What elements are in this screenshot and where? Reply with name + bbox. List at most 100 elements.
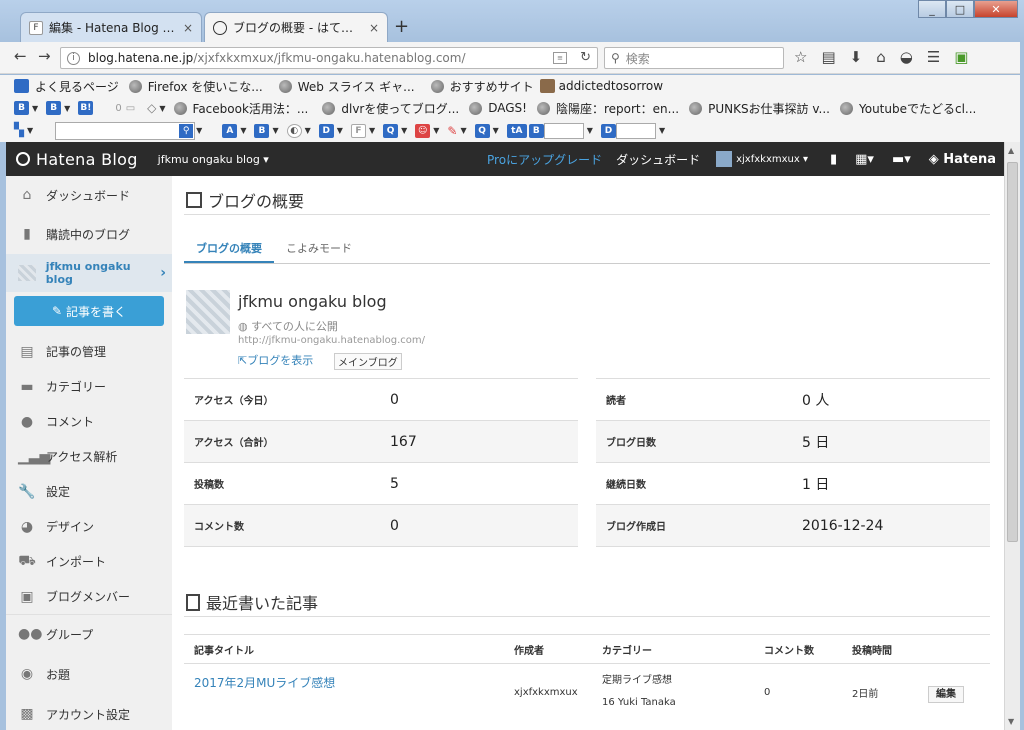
toolbar-field[interactable] <box>615 122 656 139</box>
bookmark-item[interactable]: 陰陽座：report：en... <box>536 100 679 117</box>
chevron-down-icon[interactable]: ▼ <box>337 126 343 135</box>
home-icon[interactable]: ⌂ <box>876 48 886 66</box>
tag-icon[interactable]: ◇ <box>147 101 156 115</box>
sidebar-item-import[interactable]: ⛟ インポート <box>6 544 172 579</box>
pocket-icon[interactable]: ◒ <box>900 48 913 66</box>
download-icon[interactable]: ⬇ <box>850 48 863 66</box>
blog-selector[interactable]: jfkmu ongaku blog ▾ <box>158 153 269 166</box>
hatena-bookmark-add-icon[interactable]: B <box>46 101 62 115</box>
close-window-button[interactable]: ✕ <box>974 0 1018 18</box>
toolbar-d-icon[interactable]: D <box>318 123 334 138</box>
toolbar-circle-icon[interactable]: ◐ <box>286 123 302 138</box>
chevron-down-icon[interactable]: ▼ <box>659 126 665 135</box>
menu-icon[interactable]: ☰ <box>927 48 940 66</box>
toolbar-ta-icon[interactable]: tA <box>506 123 527 138</box>
chevron-down-icon[interactable]: ▼ <box>369 126 375 135</box>
reload-icon[interactable]: ↻ <box>580 50 591 65</box>
toolbar-a-icon[interactable]: A <box>222 123 238 138</box>
toolbar-q2-icon[interactable]: Q <box>474 123 490 138</box>
star-icon[interactable]: ☆ <box>794 48 807 66</box>
bookmark-item[interactable]: dlvrを使ってブログ... <box>322 100 459 117</box>
write-article-button[interactable]: ✎ 記事を書く <box>14 296 164 326</box>
tab-calendar-mode[interactable]: こよみモード <box>274 238 364 263</box>
sidebar-item-dashboard[interactable]: ⌂ ダッシュボード <box>6 176 172 214</box>
toolbar-search-input[interactable] <box>55 121 196 140</box>
toolbar-b2-icon[interactable]: B <box>528 123 544 138</box>
chevron-down-icon[interactable]: ▼ <box>433 126 439 135</box>
notification-icon[interactable]: ▬▾ <box>892 152 911 167</box>
bookmark-item[interactable]: Web スライス ギャ... <box>278 78 415 95</box>
sidebar-item-current-blog[interactable]: jfkmu ongaku blog › <box>6 254 172 292</box>
minimize-button[interactable]: _ <box>918 0 946 18</box>
comment-icon[interactable]: ▭ <box>126 103 135 114</box>
chevron-down-icon[interactable]: ▼ <box>240 126 246 135</box>
bookmark-item[interactable]: おすすめサイト <box>430 78 534 95</box>
tab-close-icon[interactable]: × <box>369 21 379 35</box>
sidebar-item-groups[interactable]: ●● グループ <box>6 615 172 653</box>
toolbar-q-icon[interactable]: Q <box>383 123 399 138</box>
search-input[interactable]: ⚲ 検索 <box>604 47 784 69</box>
toolbar-smile-icon[interactable]: ☺ <box>415 123 431 138</box>
sidebar-item-entries[interactable]: ▤ 記事の管理 <box>6 334 172 369</box>
bookmark-item[interactable]: Youtubeでたどるcl... <box>840 100 976 117</box>
tab-overview[interactable]: ブログの概要 <box>184 238 274 263</box>
edit-button[interactable]: 編集 <box>928 685 964 703</box>
bookmark-item[interactable]: addictedtosorrow <box>539 79 663 93</box>
toolbar-field[interactable] <box>543 122 584 139</box>
grid-menu-icon[interactable]: ▦▾ <box>855 152 874 167</box>
chevron-down-icon[interactable]: ▼ <box>64 104 70 113</box>
chevron-down-icon[interactable]: ▼ <box>27 126 33 135</box>
sidebar-item-topics[interactable]: ◉ お題 <box>6 653 172 695</box>
chevron-down-icon[interactable]: ▼ <box>32 104 38 113</box>
chevron-down-icon[interactable]: ▼ <box>196 126 202 135</box>
sidebar-item-analytics[interactable]: ▁▃▅ アクセス解析 <box>6 439 172 474</box>
tab-edit[interactable]: F 編集 - Hatena Blog - xj... × <box>20 12 202 42</box>
toolbar-pin-icon[interactable]: ✎ <box>447 124 457 138</box>
url-bar[interactable]: i blog.hatena.ne.jp/xjxfxkxmxux/jfkmu-on… <box>60 47 598 69</box>
extension-icon[interactable]: ▣ <box>954 48 968 66</box>
bookmark-item[interactable]: よく見るページ <box>14 78 119 95</box>
sidebar-item-comments[interactable]: ● コメント <box>6 404 172 439</box>
bookmark-item[interactable]: DAGS! <box>469 101 527 115</box>
chevron-down-icon[interactable]: ▼ <box>305 126 311 135</box>
article-title-link[interactable]: 2017年2月MUライブ感想 <box>184 664 514 691</box>
chevron-down-icon[interactable]: ▼ <box>587 126 593 135</box>
site-info-icon[interactable]: i <box>67 51 80 65</box>
sidebar-item-design[interactable]: ◕ デザイン <box>6 509 172 544</box>
chevron-down-icon[interactable]: ▼ <box>401 126 407 135</box>
sidebar-item-subscriptions[interactable]: ▮ 購読中のブログ <box>6 214 172 254</box>
chevron-down-icon[interactable]: ▼ <box>460 126 466 135</box>
bookmark-item[interactable]: Facebook活用法：... <box>173 100 308 117</box>
bookmark-icon[interactable]: ▮ <box>830 152 837 167</box>
scroll-down-icon[interactable]: ▼ <box>1008 717 1014 726</box>
user-menu[interactable]: xjxfxkxmxux ▾ <box>716 151 808 167</box>
forward-icon[interactable]: → <box>38 47 51 65</box>
scrollbar-thumb[interactable] <box>1007 162 1018 542</box>
category-label[interactable]: 定期ライブ感想 <box>602 670 764 692</box>
sidebar-item-account[interactable]: ▩ アカウント設定 <box>6 695 172 730</box>
scroll-up-icon[interactable]: ▲ <box>1008 146 1014 155</box>
dashboard-link[interactable]: ダッシュボード <box>616 151 700 168</box>
page-scrollbar[interactable]: ▲ ▼ <box>1004 142 1020 730</box>
puzzle-icon[interactable]: ▚ <box>14 123 24 138</box>
sidebar-item-categories[interactable]: ▬ カテゴリー <box>6 369 172 404</box>
chevron-down-icon[interactable]: ▼ <box>272 126 278 135</box>
tab-close-icon[interactable]: × <box>183 21 193 35</box>
category-label[interactable]: 16 Yuki Tanaka <box>602 692 764 714</box>
toolbar-b-icon[interactable]: B <box>254 123 270 138</box>
bookmark-item[interactable]: PUNKSお仕事探訪 v... <box>689 100 830 117</box>
sidebar-item-settings[interactable]: 🔧 設定 <box>6 474 172 509</box>
bookmark-item[interactable]: Firefox を使いこな... <box>128 78 263 95</box>
new-tab-button[interactable]: + <box>394 16 409 37</box>
search-icon[interactable]: ⚲ <box>179 123 194 138</box>
hatena-brand[interactable]: ◈ Hatena <box>929 152 996 167</box>
reader-view-icon[interactable]: ≡ <box>553 52 567 64</box>
chevron-down-icon[interactable]: ▼ <box>493 126 499 135</box>
maximize-button[interactable]: □ <box>946 0 974 18</box>
sidebar-item-members[interactable]: ▣ ブログメンバー <box>6 579 172 614</box>
hatena-bookmark-page-icon[interactable]: B! <box>78 101 94 115</box>
back-icon[interactable]: ← <box>14 47 27 65</box>
tab-blog-overview[interactable]: ブログの概要 - はてなブ... × <box>204 12 388 42</box>
toolbar-d2-icon[interactable]: D <box>600 123 616 138</box>
pro-upgrade-link[interactable]: Proにアップグレード <box>487 151 602 168</box>
